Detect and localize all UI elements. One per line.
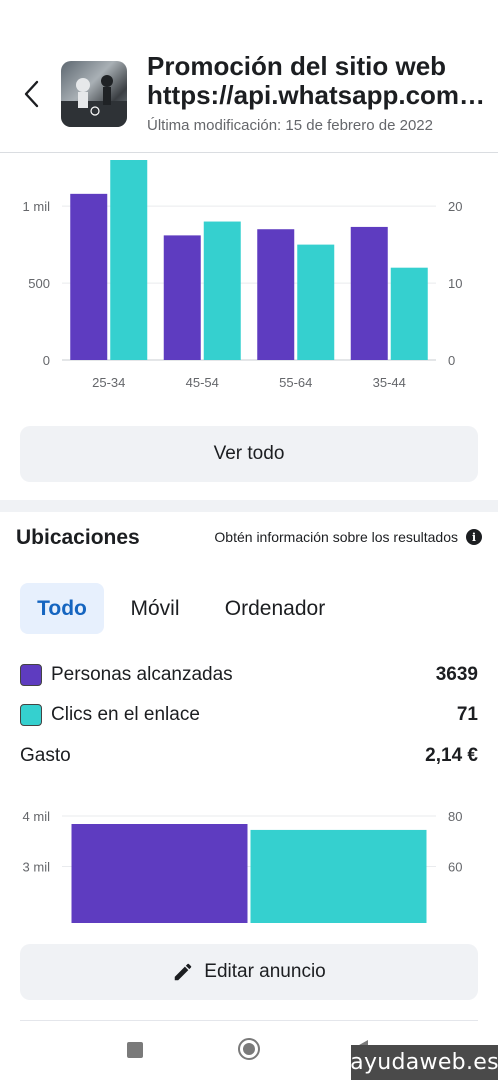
x-tick-label: 35-44 xyxy=(373,375,406,390)
x-tick-label: 55-64 xyxy=(279,375,312,390)
ad-title-url: https://api.whatsapp.com/send xyxy=(147,81,487,110)
metric-value: 3639 xyxy=(435,664,478,685)
nav-home-icon[interactable] xyxy=(238,1038,260,1060)
legend-swatch-purple xyxy=(20,664,42,686)
results-info-link[interactable]: Obtén información sobre los resultados i xyxy=(214,529,482,545)
metric-label: Gasto xyxy=(20,745,71,766)
bar-clicks xyxy=(297,244,335,360)
metric-value: 2,14 € xyxy=(425,745,478,766)
section-separator xyxy=(0,500,498,512)
metric-row-reach: Personas alcanzadas 3639 xyxy=(20,660,478,690)
watermark: ayudaweb.es xyxy=(350,1045,498,1080)
tab-todo[interactable]: Todo xyxy=(20,583,104,634)
bar-reach xyxy=(350,226,388,360)
metric-row-clicks: Clics en el enlace 71 xyxy=(20,700,478,730)
bar-clicks xyxy=(110,160,148,360)
tab-ordenador[interactable]: Ordenador xyxy=(210,583,340,634)
divider xyxy=(20,1020,478,1021)
edit-ad-button[interactable]: Editar anuncio xyxy=(20,944,478,1000)
metric-label: Clics en el enlace xyxy=(51,704,200,725)
legend-swatch-teal xyxy=(20,704,42,726)
ad-thumbnail xyxy=(61,61,127,127)
metric-value: 71 xyxy=(456,704,478,725)
edit-ad-label[interactable]: Editar anuncio xyxy=(204,961,325,983)
ad-title: Promoción del sitio web https://api.what… xyxy=(147,52,487,110)
y-tick-right: 60 xyxy=(448,859,462,874)
y-tick-right: 80 xyxy=(448,809,462,824)
bar-clicks xyxy=(250,829,427,923)
bar-reach xyxy=(257,229,295,360)
info-icon[interactable]: i xyxy=(466,529,482,545)
ad-title-line1: Promoción del sitio web xyxy=(147,52,447,81)
y-tick-left: 0 xyxy=(43,353,50,368)
x-tick-label: 45-54 xyxy=(186,375,219,390)
results-info-text[interactable]: Obtén información sobre los resultados xyxy=(214,529,458,545)
last-modified: Última modificación: 15 de febrero de 20… xyxy=(147,117,433,134)
metric-row-spend: Gasto 2,14 € xyxy=(20,741,478,771)
tab-movil[interactable]: Móvil xyxy=(116,583,194,634)
y-tick-left: 1 mil xyxy=(23,199,51,214)
bar-reach xyxy=(71,824,248,923)
bar-clicks xyxy=(390,267,428,360)
y-tick-right: 10 xyxy=(448,276,462,291)
placement-bar-chart: 4 mil 80 3 mil 60 xyxy=(23,809,462,923)
y-tick-right: 20 xyxy=(448,199,462,214)
chevron-left-icon[interactable] xyxy=(22,80,42,108)
bar-clicks xyxy=(203,221,241,360)
y-tick-left: 500 xyxy=(28,276,50,291)
pencil-icon xyxy=(175,963,192,981)
metric-label: Personas alcanzadas xyxy=(51,664,233,685)
view-all-button[interactable]: Ver todo xyxy=(20,426,478,482)
page-header: Promoción del sitio web https://api.what… xyxy=(0,0,498,153)
y-tick-right: 0 xyxy=(448,353,455,368)
y-tick-left: 4 mil xyxy=(23,809,51,824)
bar-reach xyxy=(70,193,108,360)
x-tick-label: 25-34 xyxy=(92,375,125,390)
nav-recents-icon[interactable] xyxy=(127,1042,143,1058)
bar-reach xyxy=(163,235,201,360)
y-tick-left: 3 mil xyxy=(23,859,51,874)
placements-title: Ubicaciones xyxy=(16,526,140,549)
age-bar-chart: 1 mil 20 500 10 0 0 25-34 45-54 55-64 35-44 xyxy=(23,160,462,390)
